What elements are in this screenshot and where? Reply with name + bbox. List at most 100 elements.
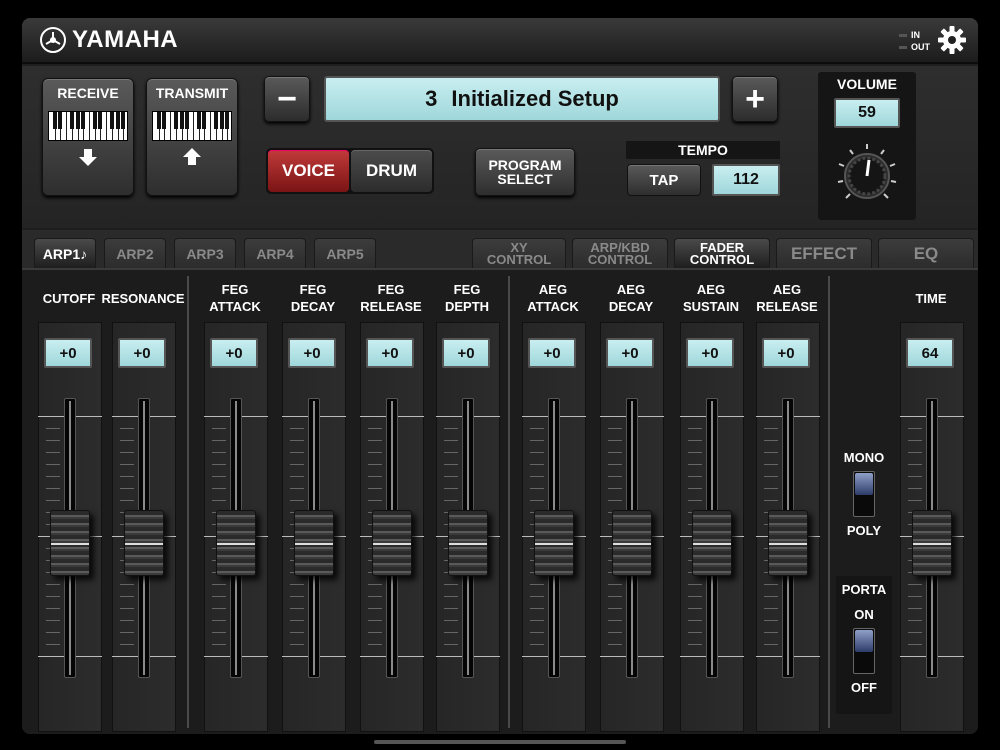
- fader-tick: [120, 452, 134, 453]
- fader-tick: [290, 476, 304, 477]
- group-divider: [187, 276, 189, 728]
- tab-arpkbd-control[interactable]: ARP/KBD CONTROL: [572, 238, 668, 268]
- fader-tick: [688, 428, 702, 429]
- fader-tick: [112, 416, 138, 417]
- fader-handle[interactable]: [534, 510, 574, 576]
- fader-tick: [688, 464, 702, 465]
- fader-tick: [608, 644, 622, 645]
- tempo-value[interactable]: 112: [712, 164, 780, 196]
- transmit-button[interactable]: TRANSMIT: [146, 78, 238, 196]
- fader-handle[interactable]: [768, 510, 808, 576]
- fader-value: +0: [288, 338, 336, 368]
- fader-tick: [212, 440, 226, 441]
- fader-tick: [638, 416, 664, 417]
- fader-tick: [608, 452, 622, 453]
- fader-tick: [368, 644, 382, 645]
- fader-tick: [608, 596, 622, 597]
- program-select-line2: SELECT: [497, 171, 553, 187]
- fader-channel: FEG DEPTH +0: [432, 272, 502, 734]
- program-decrement-button[interactable]: −: [264, 76, 310, 122]
- fader-tick: [444, 608, 458, 609]
- fader-handle[interactable]: [912, 510, 952, 576]
- receive-button[interactable]: RECEIVE: [42, 78, 134, 196]
- fader-area: MONO POLY PORTA ON OFF CUTOFF +0 RESONANCE…: [22, 268, 978, 734]
- fader-tick: [764, 584, 778, 585]
- fader-tick: [530, 632, 544, 633]
- fader-tick: [290, 632, 304, 633]
- tab-eq[interactable]: EQ: [878, 238, 974, 268]
- tab-fader-control[interactable]: FADER CONTROL: [674, 238, 770, 268]
- fader-tick: [120, 644, 134, 645]
- porta-panel: PORTA ON OFF: [836, 576, 892, 714]
- fader-tick: [908, 500, 922, 501]
- tab-arp1[interactable]: ARP1♪: [34, 238, 96, 268]
- fader-handle[interactable]: [372, 510, 412, 576]
- fader-tick: [212, 584, 226, 585]
- fader-value: +0: [528, 338, 576, 368]
- fader-tick: [530, 488, 544, 489]
- fader-tick: [76, 416, 102, 417]
- tap-tempo-button[interactable]: TAP: [627, 164, 701, 196]
- fader-title: AEG ATTACK: [508, 280, 598, 316]
- fader-title-line2: DECAY: [290, 299, 336, 314]
- fader-tick: [608, 584, 622, 585]
- tab-arp5[interactable]: ARP5: [314, 238, 376, 268]
- fader-tick: [444, 632, 458, 633]
- volume-panel: VOLUME 59: [818, 72, 916, 220]
- fader-tick: [908, 440, 922, 441]
- tab-fader-line2: CONTROL: [689, 251, 755, 267]
- fader-tick: [120, 608, 134, 609]
- fader-handle[interactable]: [50, 510, 90, 576]
- fader-tick: [290, 596, 304, 597]
- fader-tick: [120, 476, 134, 477]
- tab-arp4[interactable]: ARP4: [244, 238, 306, 268]
- drum-button[interactable]: DRUM: [351, 150, 432, 192]
- fader-handle[interactable]: [612, 510, 652, 576]
- transmit-label: TRANSMIT: [155, 85, 229, 101]
- fader-tick: [150, 656, 176, 657]
- fader-title-line2: RELEASE: [756, 299, 818, 314]
- fader-value: +0: [442, 338, 490, 368]
- fader-tick: [444, 500, 458, 501]
- fader-tick: [530, 440, 544, 441]
- fader-handle[interactable]: [124, 510, 164, 576]
- tab-effect[interactable]: EFFECT: [776, 238, 872, 268]
- tab-xy-control[interactable]: XY CONTROL: [472, 238, 566, 268]
- fader-tick: [290, 644, 304, 645]
- fader-tick: [908, 464, 922, 465]
- volume-knob[interactable]: [832, 140, 902, 210]
- fader-handle[interactable]: [448, 510, 488, 576]
- brand-name: YAMAHA: [72, 26, 179, 53]
- gear-icon[interactable]: [936, 24, 968, 56]
- fader-value: +0: [762, 338, 810, 368]
- mono-poly-switch-knob: [855, 473, 873, 495]
- fader-tick: [46, 608, 60, 609]
- fader-title-line1: AEG: [538, 282, 568, 297]
- fader-tick: [908, 596, 922, 597]
- porta-switch[interactable]: [853, 628, 875, 674]
- tab-arp2[interactable]: ARP2: [104, 238, 166, 268]
- fader-tick: [290, 500, 304, 501]
- mono-poly-switch[interactable]: [853, 471, 875, 517]
- voice-button[interactable]: VOICE: [268, 150, 349, 192]
- fader-tick: [688, 644, 702, 645]
- program-number: 3: [425, 86, 438, 111]
- fader-tick: [212, 452, 226, 453]
- program-increment-button[interactable]: +: [732, 76, 778, 122]
- fader-tick: [688, 488, 702, 489]
- fader-handle[interactable]: [216, 510, 256, 576]
- fader-tick: [530, 620, 544, 621]
- program-select-button[interactable]: PROGRAM SELECT: [475, 148, 575, 196]
- fader-tick: [204, 416, 230, 417]
- fader-title-line1: AEG: [696, 282, 726, 297]
- fader-tick: [756, 416, 782, 417]
- fader-tick: [530, 464, 544, 465]
- fader-value: +0: [686, 338, 734, 368]
- fader-title-line2: RELEASE: [360, 299, 422, 314]
- fader-tick: [368, 428, 382, 429]
- tab-arp3[interactable]: ARP3: [174, 238, 236, 268]
- fader-handle[interactable]: [294, 510, 334, 576]
- fader-handle[interactable]: [692, 510, 732, 576]
- fader-title-line1: TIME: [915, 290, 947, 306]
- fader-tick: [688, 476, 702, 477]
